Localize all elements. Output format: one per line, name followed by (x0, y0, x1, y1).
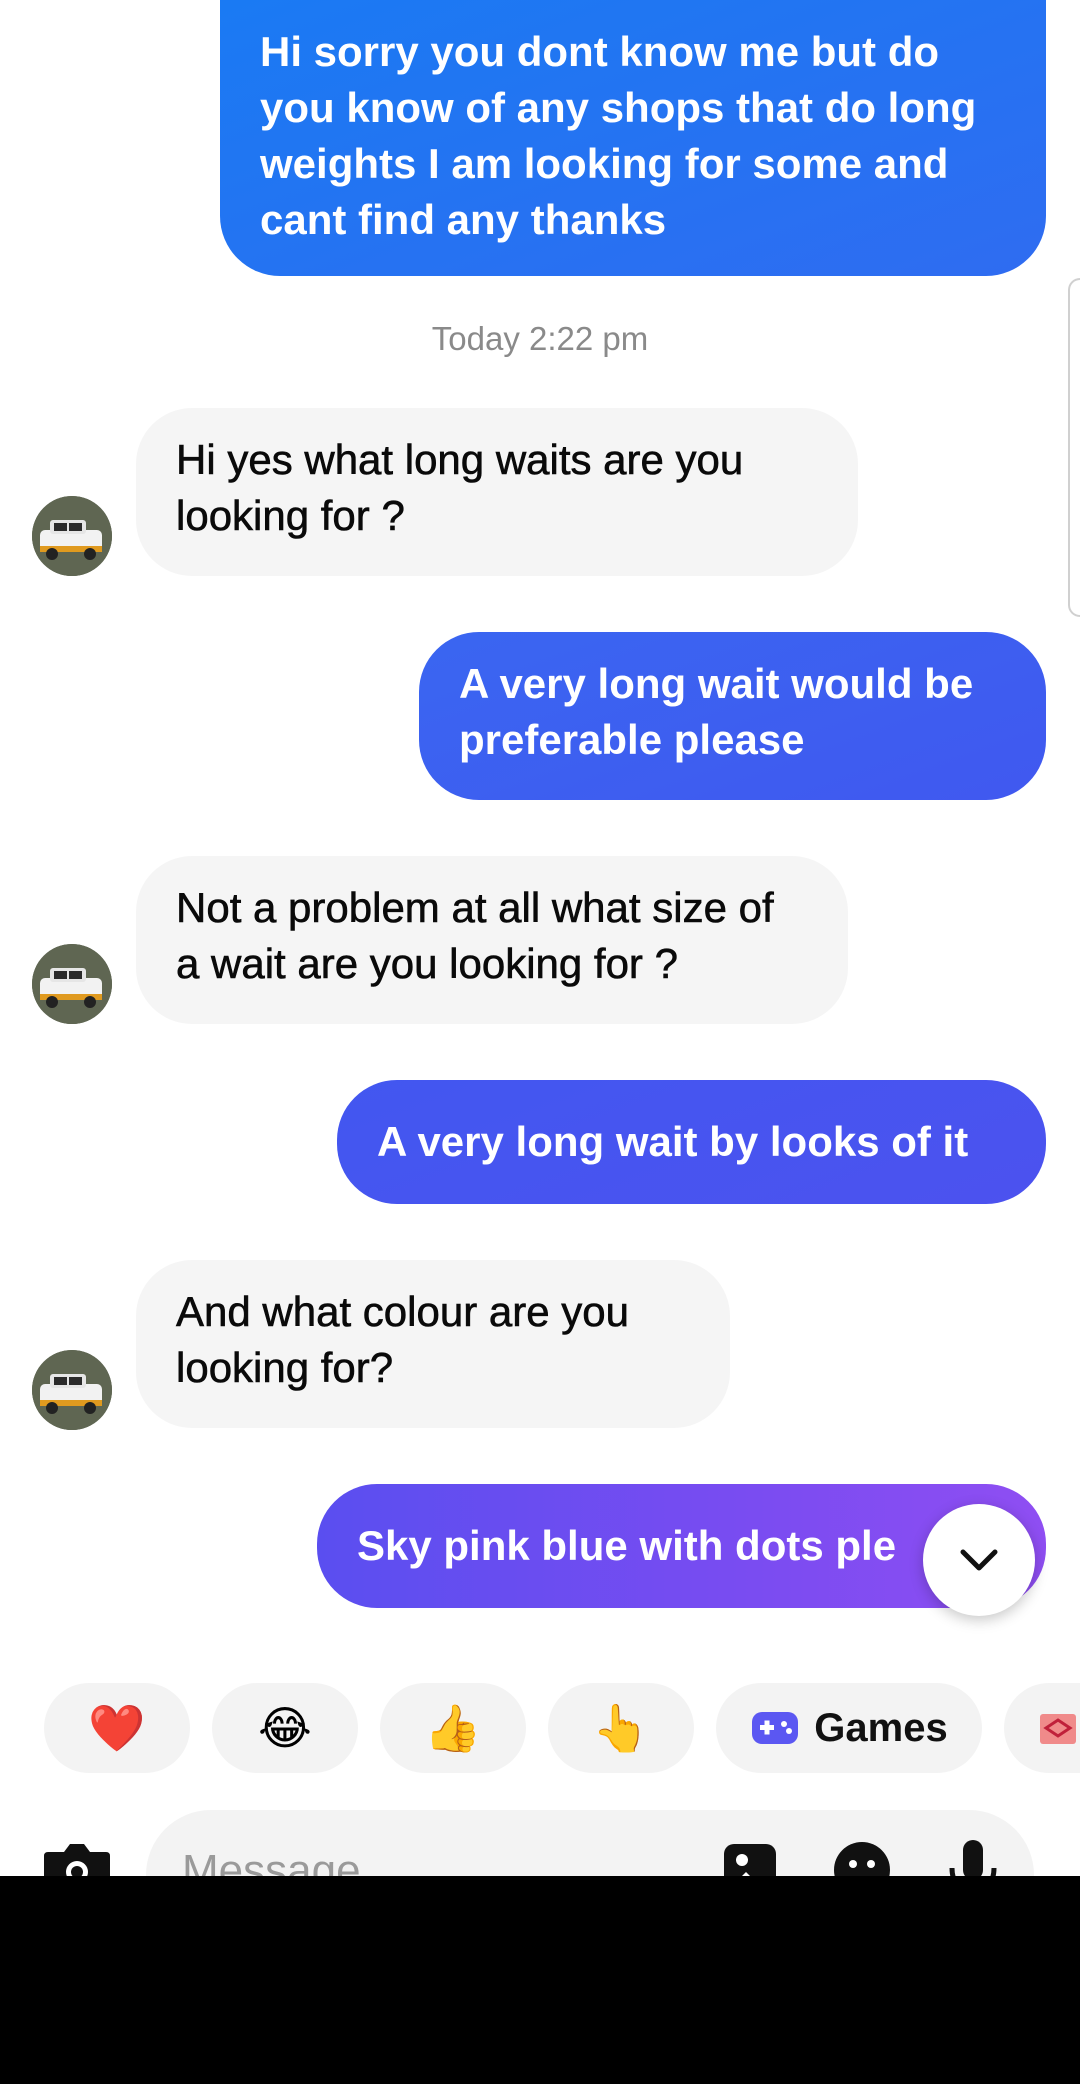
scroll-to-bottom-button[interactable] (923, 1504, 1035, 1616)
outgoing-message[interactable]: Hi sorry you dont know me but do you kno… (220, 0, 1046, 276)
outgoing-message[interactable]: A very long wait by looks of it (337, 1080, 1046, 1204)
incoming-message[interactable]: Hi yes what long waits are you looking f… (136, 408, 858, 576)
quick-reply-laugh[interactable]: 😂 (212, 1683, 358, 1773)
quick-reply-heart[interactable]: ❤️ (44, 1683, 190, 1773)
contact-avatar[interactable] (32, 496, 112, 576)
incoming-message[interactable]: And what colour are you looking for? (136, 1260, 730, 1428)
contact-avatar[interactable] (32, 1350, 112, 1430)
car-avatar-icon (32, 496, 112, 576)
contact-avatar[interactable] (32, 944, 112, 1024)
games-button[interactable]: Games (716, 1683, 982, 1773)
incoming-message[interactable]: Not a problem at all what size of a wait… (136, 856, 848, 1024)
bottom-black-bar (0, 1876, 1080, 2084)
heart-emoji: ❤️ (88, 1701, 146, 1754)
thumbs-up-emoji: 👍 (424, 1701, 482, 1754)
games-label: Games (814, 1705, 948, 1750)
message-timestamp: Today 2:22 pm (431, 320, 649, 357)
chevron-down-icon (960, 1549, 998, 1571)
pointing-up-emoji: 👆 (592, 1701, 650, 1754)
outgoing-message[interactable]: A very long wait would be preferable ple… (419, 632, 1046, 800)
car-avatar-icon (32, 1350, 112, 1430)
quick-reply-point-up[interactable]: 👆 (548, 1683, 694, 1773)
gift-button[interactable] (1004, 1683, 1080, 1773)
gift-icon (1040, 1714, 1076, 1744)
game-controller-icon (752, 1712, 799, 1744)
car-avatar-icon (32, 944, 112, 1024)
laughing-emoji: 😂 (258, 1702, 312, 1754)
quick-reply-thumbs-up[interactable]: 👍 (380, 1683, 526, 1773)
